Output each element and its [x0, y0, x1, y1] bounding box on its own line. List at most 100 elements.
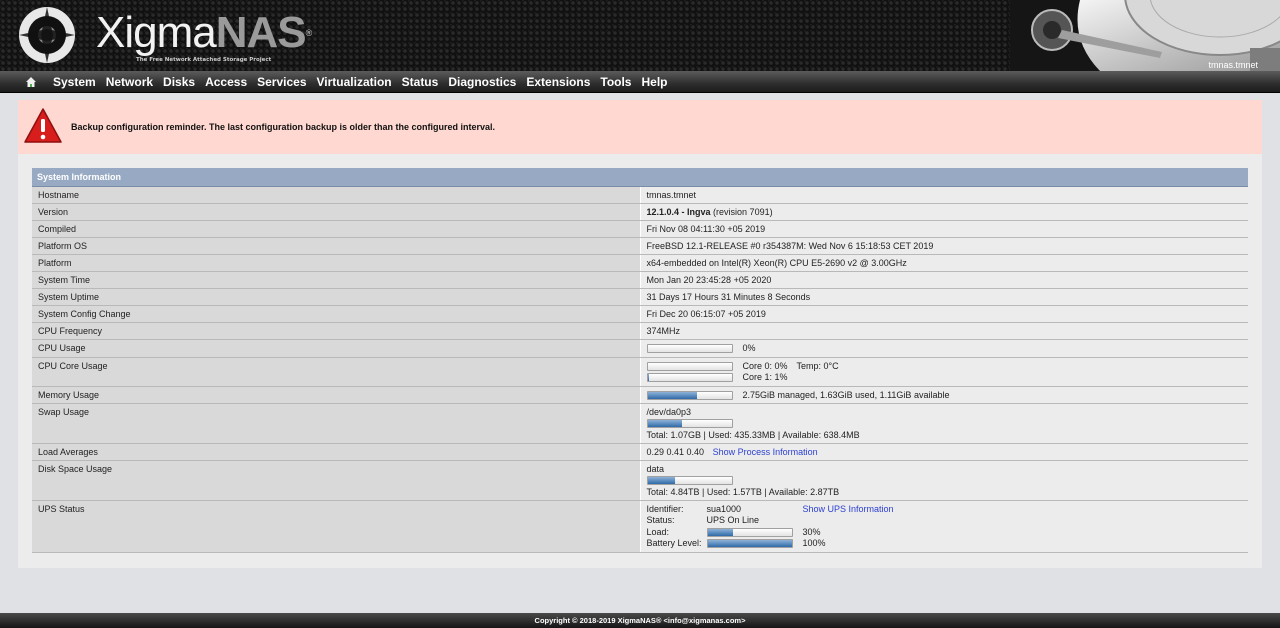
nav-tools[interactable]: Tools [595, 75, 636, 89]
row-label-hostname: Hostname [32, 186, 641, 204]
table-row: Version 12.1.0.4 - Ingva (revision 7091) [32, 203, 1248, 221]
disk-space-usage-value: data Total: 4.84TB | Used: 1.57TB | Avai… [640, 460, 1248, 501]
row-label-cpu-frequency: CPU Frequency [32, 322, 641, 340]
logo-main-text: Xigma [96, 8, 217, 57]
row-label-platform-os: Platform OS [32, 237, 641, 255]
logo-accent-text: NAS [215, 8, 307, 57]
table-row: Disk Space Usage data Total: 4.84TB | Us… [32, 460, 1248, 501]
logo-registered: ® [305, 28, 313, 38]
table-row: CPU Usage 0% [32, 339, 1248, 358]
platform-os-value: FreeBSD 12.1-RELEASE #0 r354387M: Wed No… [640, 237, 1248, 255]
nav-services[interactable]: Services [252, 75, 311, 89]
ups-load-label: Load: [646, 526, 670, 537]
nav-disks[interactable]: Disks [158, 75, 200, 89]
disk-pool-name: data [646, 463, 665, 474]
table-row: Platform OS FreeBSD 12.1-RELEASE #0 r354… [32, 237, 1248, 255]
compiled-value: Fri Nov 08 04:11:30 +05 2019 [640, 220, 1248, 238]
swap-device: /dev/da0p3 [646, 406, 692, 417]
nav-network[interactable]: Network [101, 75, 158, 89]
ups-battery-label: Battery Level: [646, 538, 702, 548]
table-row: System Config Change Fri Dec 20 06:15:07… [32, 305, 1248, 323]
nav-status[interactable]: Status [397, 75, 444, 89]
alert-message: Backup configuration reminder. The last … [71, 122, 496, 132]
table-row: Load Averages 0.29 0.41 0.40 Show Proces… [32, 443, 1248, 461]
memory-usage-bar [646, 390, 733, 400]
cpu-usage-text: 0% [742, 342, 756, 353]
ups-status-text: UPS On Line [706, 515, 760, 525]
table-row: System Uptime 31 Days 17 Hours 31 Minute… [32, 288, 1248, 306]
disk-summary: Total: 4.84TB | Used: 1.57TB | Available… [646, 486, 840, 497]
nav-diagnostics[interactable]: Diagnostics [443, 75, 521, 89]
table-row: Hostname tmnas.tmnet [32, 186, 1248, 204]
table-title: System Information [32, 168, 1248, 187]
cpu-core-usage-value: Core 0: 0% Temp: 0°C Core 1: 1% [640, 357, 1248, 387]
table-row: UPS Status Identifier: sua1000 Show UPS … [32, 500, 1248, 553]
table-row: Swap Usage /dev/da0p3 Total: 1.07GB | Us… [32, 403, 1248, 444]
row-label-swap-usage: Swap Usage [32, 403, 641, 444]
nav-extensions[interactable]: Extensions [521, 75, 595, 89]
ups-status-label: Status: [646, 515, 675, 525]
logo-emblem-icon [19, 7, 75, 63]
swap-usage-bar [646, 419, 733, 429]
nav-virtualization[interactable]: Virtualization [312, 75, 397, 89]
hostname-label: tmnas.tmnet [1208, 60, 1258, 70]
platform-value: x64-embedded on Intel(R) Xeon(R) CPU E5-… [640, 254, 1248, 272]
swap-usage-value: /dev/da0p3 Total: 1.07GB | Used: 435.33M… [640, 403, 1248, 444]
main-navigation: System Network Disks Access Services Vir… [0, 71, 1280, 93]
table-row: Compiled Fri Nov 08 04:11:30 +05 2019 [32, 220, 1248, 238]
memory-usage-text: 2.75GiB managed, 1.63GiB used, 1.11GiB a… [742, 389, 950, 400]
table-row: Memory Usage 2.75GiB managed, 1.63GiB us… [32, 386, 1248, 404]
hostname-value: tmnas.tmnet [640, 186, 1248, 204]
row-label-cpu-core-usage: CPU Core Usage [32, 357, 641, 387]
row-label-disk-space-usage: Disk Space Usage [32, 460, 641, 501]
nav-system[interactable]: System [48, 75, 101, 89]
show-ups-information-link[interactable]: Show UPS Information [803, 504, 923, 516]
cpu-frequency-value: 374MHz [640, 322, 1248, 340]
ups-load-text: 30% [802, 526, 821, 537]
row-label-load-averages: Load Averages [32, 443, 641, 461]
nav-help[interactable]: Help [636, 75, 672, 89]
table-row: Platform x64-embedded on Intel(R) Xeon(R… [32, 254, 1248, 272]
ups-load-bar [706, 527, 793, 537]
header-banner: XigmaNAS® The Free Network Attached Stor… [0, 0, 1280, 71]
system-information-table: System Information Hostname tmnas.tmnet … [32, 168, 1248, 553]
show-process-information-link[interactable]: Show Process Information [713, 447, 818, 457]
footer-copyright: Copyright © 2018-2019 XigmaNAS® <info@xi… [0, 613, 1280, 628]
core1-usage-text: Core 1: 1% [742, 372, 788, 382]
row-label-compiled: Compiled [32, 220, 641, 238]
load-averages-text: 0.29 0.41 0.40 [646, 446, 705, 457]
cpu-usage-value: 0% [640, 339, 1248, 358]
home-icon[interactable] [24, 75, 38, 89]
uptime-value: 31 Days 17 Hours 31 Minutes 8 Seconds [640, 288, 1248, 306]
disk-usage-bar [646, 476, 733, 486]
row-label-version: Version [32, 203, 641, 221]
warning-triangle-icon [24, 108, 62, 143]
ups-battery-text: 100% [802, 538, 826, 548]
row-label-memory-usage: Memory Usage [32, 386, 641, 404]
core0-usage-bar [646, 361, 733, 371]
logo-tagline: The Free Network Attached Storage Projec… [136, 57, 272, 63]
row-label-config-change: System Config Change [32, 305, 641, 323]
core0-usage-text: Core 0: 0% [742, 360, 788, 371]
ups-identifier-label: Identifier: [646, 503, 684, 514]
row-label-platform: Platform [32, 254, 641, 272]
main-content: Backup configuration reminder. The last … [18, 100, 1262, 568]
table-row: CPU Core Usage Core 0: 0% Temp: 0°C Core… [32, 357, 1248, 387]
logo-wordmark: XigmaNAS® [96, 8, 313, 57]
xigmanas-logo[interactable]: XigmaNAS® The Free Network Attached Stor… [16, 4, 312, 66]
core1-usage-bar [646, 373, 733, 383]
row-label-cpu-usage: CPU Usage [32, 339, 641, 358]
swap-summary: Total: 1.07GB | Used: 435.33MB | Availab… [646, 429, 860, 440]
row-label-system-time: System Time [32, 271, 641, 289]
config-change-value: Fri Dec 20 06:15:07 +05 2019 [640, 305, 1248, 323]
nav-access[interactable]: Access [200, 75, 252, 89]
ups-status-value: Identifier: sua1000 Show UPS Information… [640, 500, 1248, 553]
row-label-ups-status: UPS Status [32, 500, 641, 553]
backup-reminder-alert: Backup configuration reminder. The last … [18, 100, 1262, 154]
table-row: System Time Mon Jan 20 23:45:28 +05 2020 [32, 271, 1248, 289]
load-averages-value: 0.29 0.41 0.40 Show Process Information [640, 443, 1248, 461]
ups-identifier-value: sua1000 [706, 503, 742, 514]
core0-temp-text: Temp: 0°C [796, 360, 839, 371]
memory-usage-value: 2.75GiB managed, 1.63GiB used, 1.11GiB a… [640, 386, 1248, 404]
version-value: 12.1.0.4 - Ingva (revision 7091) [640, 203, 1248, 221]
